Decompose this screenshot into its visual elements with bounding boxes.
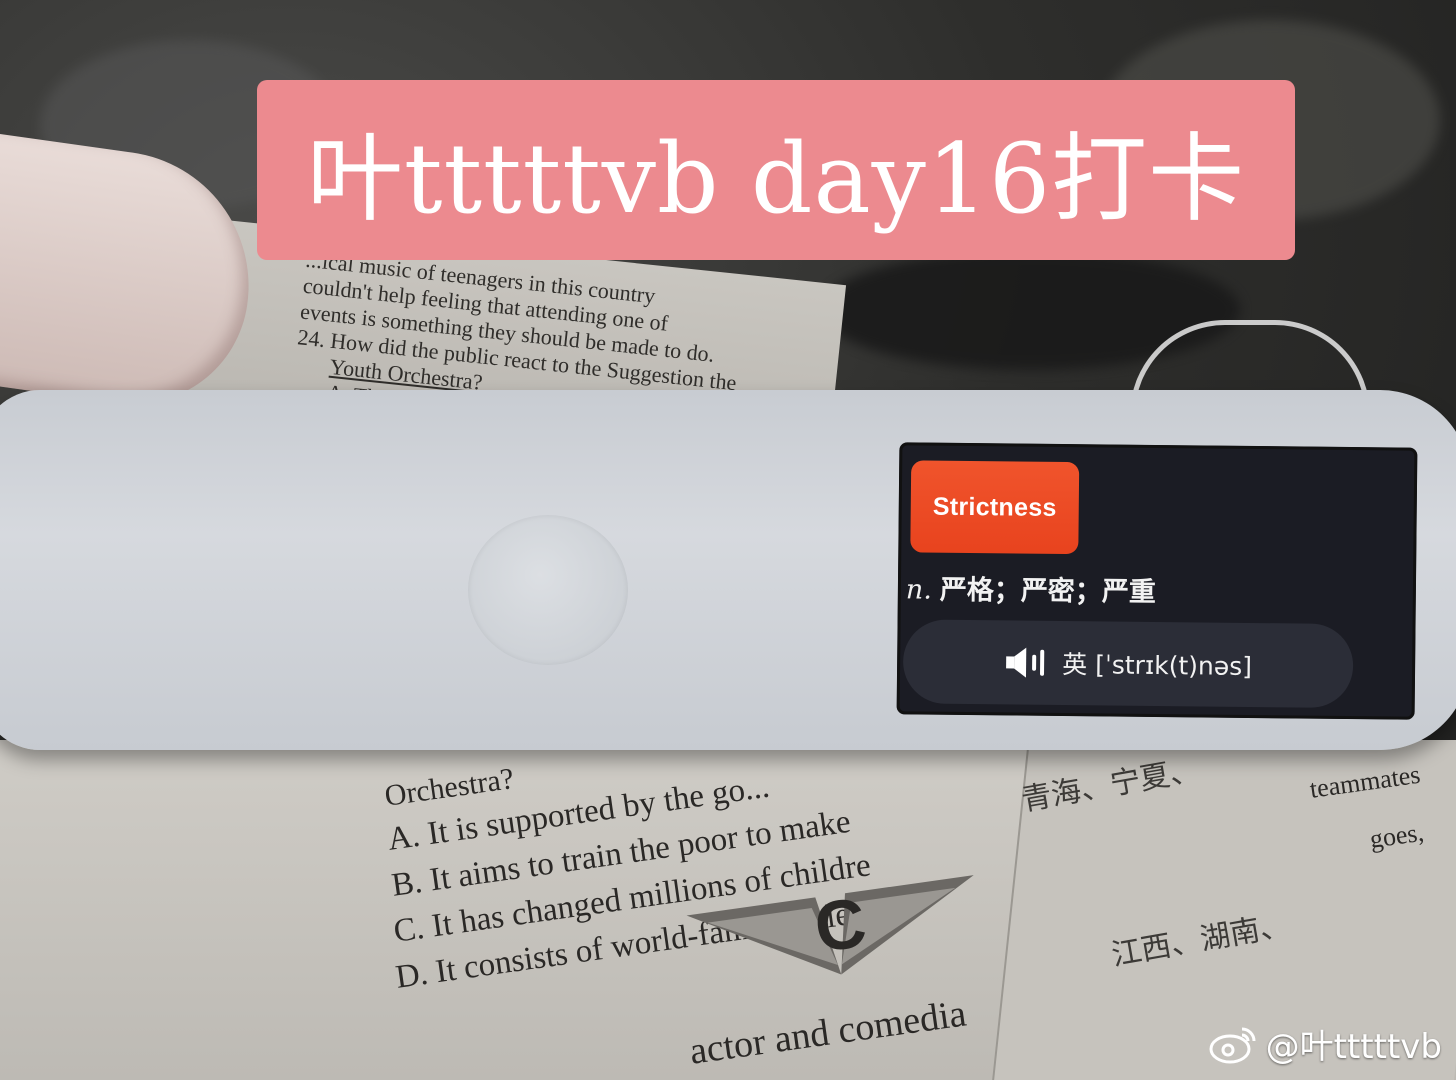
weibo-icon [1209,1027,1256,1063]
watermark: @叶tttttvb [1208,1019,1442,1068]
speaker-icon [1006,647,1045,678]
translation-pen: Strictness n. 严格；严密；严重 英 [ˈstrɪk(t)nəs] [0,390,1456,750]
definition: n. 严格；严密；严重 [906,567,1156,609]
section-letter: C [809,882,871,968]
title-banner: 叶tttttvb day16打卡 [257,80,1295,260]
word-chip: Strictness [910,460,1080,555]
banner-text: 叶tttttvb day16打卡 [306,122,1246,235]
definition-text: 严格；严密；严重 [939,574,1157,608]
pronunciation-text: 英 [ˈstrɪk(t)nəs] [1062,650,1253,681]
device-screen: Strictness n. 严格；严密；严重 英 [ˈstrɪk(t)nəs] [896,442,1418,720]
device-home-button[interactable] [468,515,628,665]
watermark-text: @叶tttttvb [1265,1027,1442,1067]
photo-background: ...ical music of teenagers in this count… [0,0,1456,1080]
part-of-speech: n. [905,574,933,606]
pronunciation-button[interactable]: 英 [ˈstrɪk(t)nəs] [902,619,1354,709]
